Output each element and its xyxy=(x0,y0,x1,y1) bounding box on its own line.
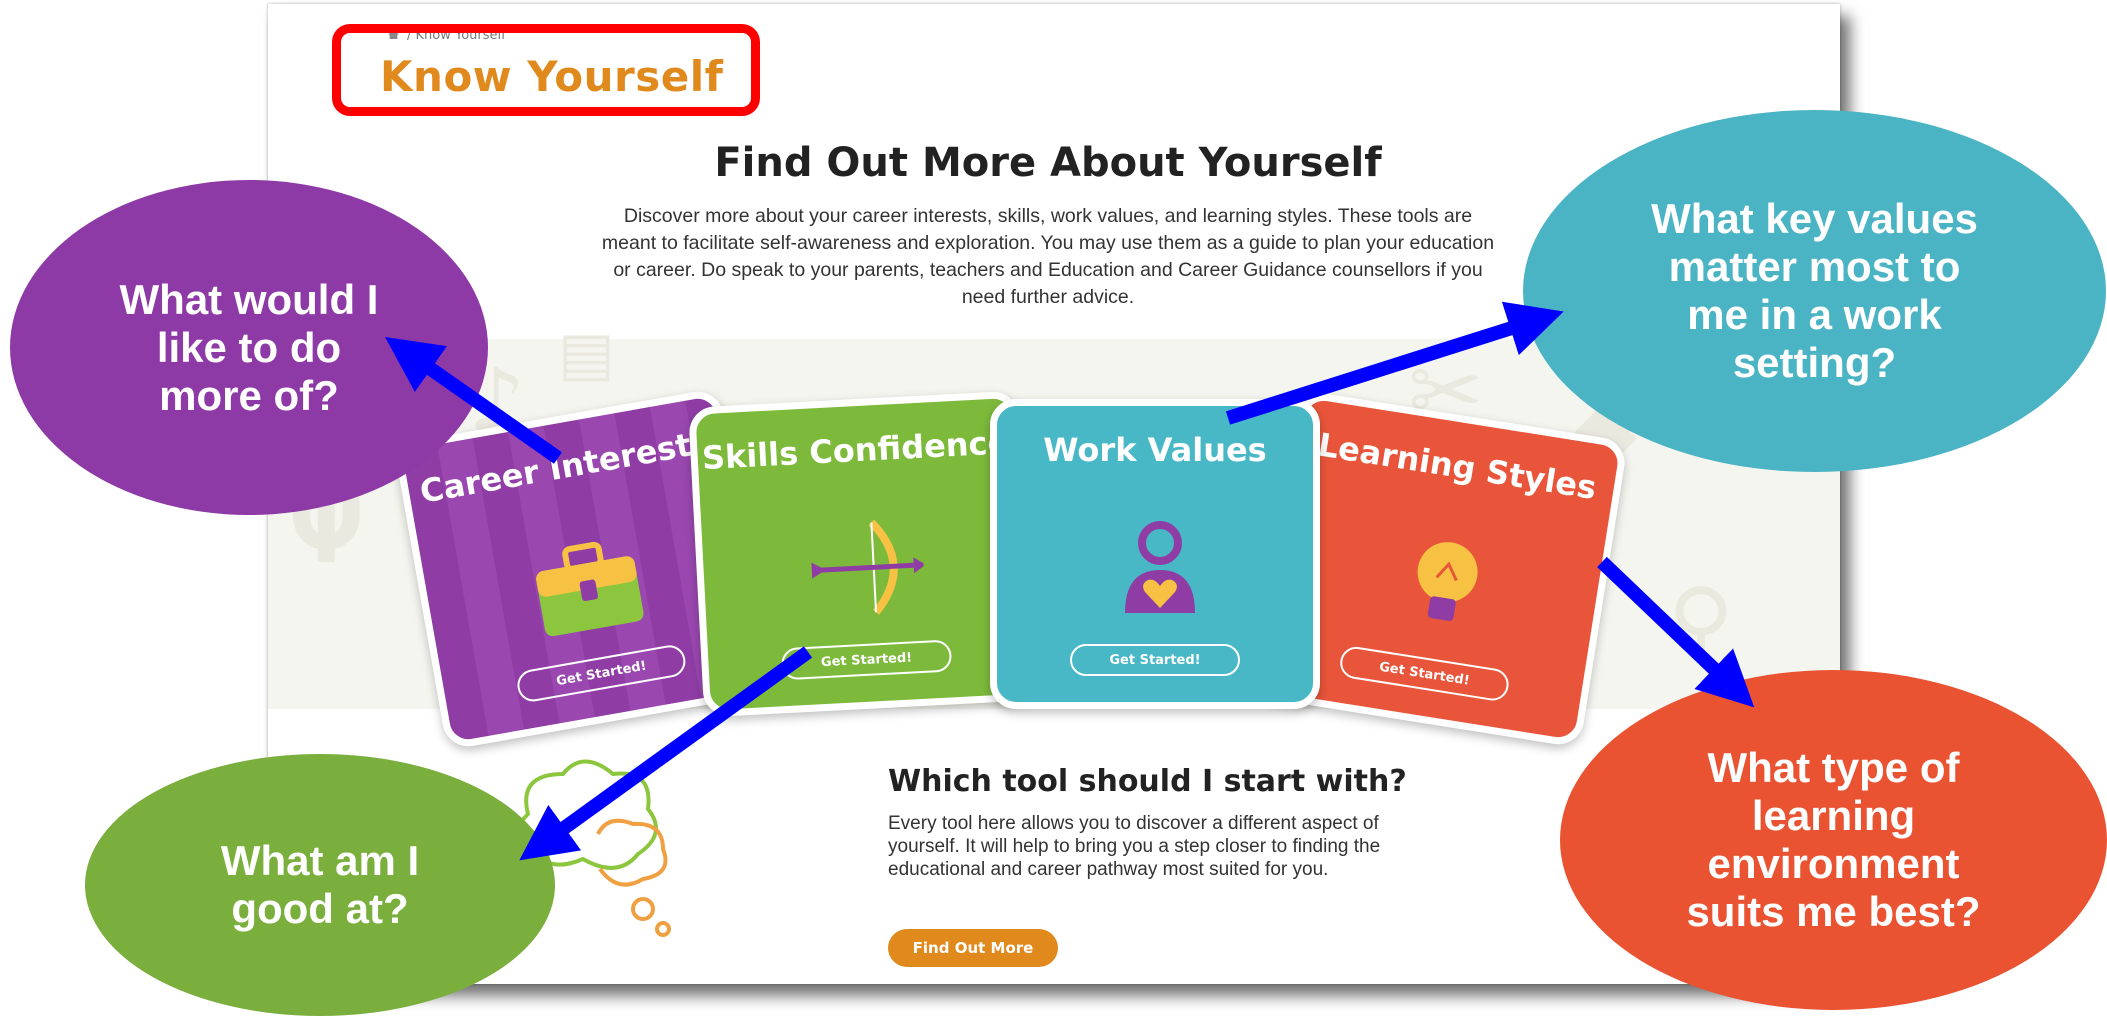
arrow-career-interests xyxy=(385,336,563,464)
arrow-work-values xyxy=(1225,301,1564,425)
arrow-skills-confidence xyxy=(519,646,813,861)
arrow-learning-styles xyxy=(1597,556,1755,708)
arrows-layer xyxy=(385,301,1755,861)
